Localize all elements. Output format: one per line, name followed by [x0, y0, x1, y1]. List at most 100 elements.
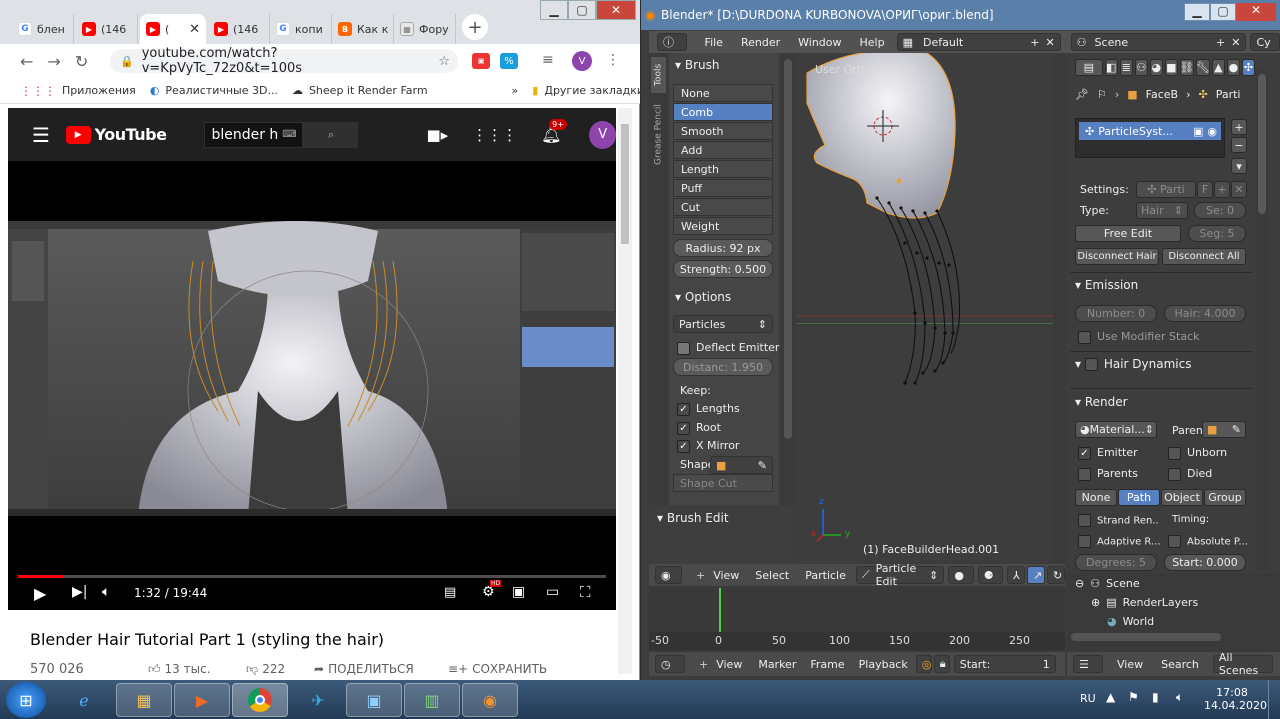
- video-frame[interactable]: [8, 221, 616, 516]
- youtube-search-input[interactable]: blender h ⌨: [204, 121, 304, 148]
- hair-dynamics-panel-title[interactable]: ▾ Hair Dynamics: [1075, 357, 1191, 371]
- youtube-logo-text[interactable]: YouTube: [95, 125, 167, 144]
- taskbar-photo-viewer-icon[interactable]: ▣: [346, 683, 402, 717]
- tab-grease-pencil[interactable]: Grease Pencil: [651, 97, 666, 173]
- create-video-icon[interactable]: ■▸: [426, 126, 448, 144]
- youtube-search-button[interactable]: ⌕: [303, 121, 359, 148]
- checkbox-icon[interactable]: [1084, 358, 1098, 371]
- taskbar-chrome-icon[interactable]: [232, 683, 288, 717]
- strand-render-checkbox[interactable]: Strand Ren..: [1078, 514, 1159, 527]
- parents-checkbox[interactable]: Parents: [1078, 467, 1138, 481]
- lengths-checkbox[interactable]: ✓ Lengths: [677, 402, 740, 416]
- material-tab-icon[interactable]: ●: [1226, 59, 1240, 76]
- strength-slider[interactable]: Strength: 0.500: [673, 260, 773, 278]
- menu-frame[interactable]: Frame: [810, 658, 844, 671]
- menu-file[interactable]: File: [705, 36, 723, 49]
- subtitles-icon[interactable]: ▤: [444, 585, 456, 600]
- scene-tab-icon[interactable]: ⚇: [1134, 59, 1148, 76]
- outliner-item-scene[interactable]: ⊖ ⚇ Scene: [1075, 577, 1140, 590]
- display-mode-select[interactable]: All Scenes: [1212, 651, 1273, 677]
- tab-7[interactable]: ▦ Фору: [394, 14, 456, 44]
- media-queue-icon[interactable]: ≡: [542, 52, 554, 68]
- tab-4[interactable]: ▶ (146: [208, 14, 270, 44]
- maximize-button[interactable]: ▢: [568, 0, 596, 20]
- menu-particle[interactable]: Particle: [805, 569, 846, 582]
- bookmark-1[interactable]: ◐ Реалистичные 3D...: [150, 84, 278, 97]
- object-tab-icon[interactable]: ■: [1164, 59, 1178, 76]
- distance-field[interactable]: Distanc: 1.950: [673, 358, 773, 376]
- pin-icon[interactable]: 📌︎: [1075, 88, 1089, 101]
- render-as-none[interactable]: None: [1075, 489, 1117, 506]
- start-time-field[interactable]: Start: 0.000: [1164, 554, 1246, 571]
- segments-field[interactable]: Seg: 5: [1188, 225, 1246, 242]
- menu-help[interactable]: Help: [860, 36, 885, 49]
- scrollbar-thumb[interactable]: [1258, 74, 1266, 214]
- forward-arrow-icon[interactable]: →: [47, 52, 60, 71]
- render-as-group[interactable]: Group: [1204, 489, 1246, 506]
- hair-length-field[interactable]: Hair: 4.000: [1164, 305, 1246, 322]
- show-desktop-button[interactable]: [1268, 680, 1280, 719]
- remove-slot-button[interactable]: −: [1231, 137, 1247, 153]
- disconnect-hair-button[interactable]: Disconnect Hair: [1075, 248, 1159, 265]
- close-window-button[interactable]: ✕: [596, 0, 636, 20]
- tab-tools[interactable]: Tools: [651, 57, 666, 93]
- close-tab-icon[interactable]: ✕: [189, 22, 200, 37]
- brush-weight[interactable]: Weight: [673, 217, 773, 235]
- unborn-checkbox[interactable]: Unborn: [1168, 446, 1227, 460]
- tray-volume-icon[interactable]: 🔈︎: [1176, 690, 1183, 705]
- add-slot-button[interactable]: +: [1231, 119, 1247, 135]
- taskbar-explorer-icon[interactable]: ▦: [116, 683, 172, 717]
- miniplayer-icon[interactable]: ▣: [512, 584, 525, 600]
- died-checkbox[interactable]: Died: [1168, 467, 1212, 481]
- use-modifier-stack-checkbox[interactable]: Use Modifier Stack: [1078, 330, 1199, 344]
- menu-dots-icon[interactable]: ⋮: [606, 52, 620, 68]
- render-icon[interactable]: ▣: [1193, 125, 1203, 138]
- minimize-button[interactable]: ▁: [540, 0, 568, 20]
- close-window-button[interactable]: ✕: [1236, 3, 1276, 21]
- taskbar-media-player-icon[interactable]: ▶: [174, 683, 230, 717]
- screen-layout-select[interactable]: ▦ Default + ✕: [896, 33, 1061, 51]
- star-icon[interactable]: ☆: [438, 54, 450, 69]
- clock-icon[interactable]: ◷: [655, 655, 685, 673]
- editor-type-icon[interactable]: ☰: [1073, 655, 1103, 673]
- seed-field[interactable]: Se: 0: [1194, 202, 1246, 219]
- particle-system-item[interactable]: ✣ ParticleSyst... ▣ ◉: [1079, 122, 1221, 140]
- dislike-button[interactable]: 👎︎ 222: [246, 662, 285, 677]
- render-type-select[interactable]: ◕ Material... ⇕: [1075, 421, 1157, 438]
- tool-shelf-scrollbar[interactable]: [781, 53, 795, 505]
- pivot-icon[interactable]: ⚈: [977, 566, 1003, 584]
- current-frame-line[interactable]: [719, 588, 721, 632]
- keyboard-icon[interactable]: ⌨: [282, 129, 296, 140]
- save-button[interactable]: ≡+ СОХРАНИТЬ: [448, 662, 547, 676]
- start-frame-field[interactable]: Start: 1: [953, 655, 1056, 673]
- outliner-scrollbar[interactable]: [1071, 633, 1221, 641]
- back-arrow-icon[interactable]: ←: [20, 52, 33, 71]
- video-progress-track[interactable]: [18, 575, 606, 578]
- absolute-path-checkbox[interactable]: Absolute P...: [1168, 535, 1248, 548]
- next-icon[interactable]: ▶|: [72, 584, 87, 600]
- 3d-viewport[interactable]: User Ortho (Local) x y z (1) FaceBuilder…: [797, 53, 1065, 563]
- brush-comb[interactable]: Comb: [673, 103, 773, 121]
- youtube-avatar[interactable]: V: [589, 120, 616, 149]
- youtube-logo-icon[interactable]: ▶: [65, 125, 91, 144]
- radius-slider[interactable]: Radius: 92 px: [673, 239, 773, 257]
- remove-settings-button[interactable]: ✕: [1231, 181, 1247, 198]
- maximize-button[interactable]: ▢: [1210, 3, 1236, 21]
- taskbar-blender-icon[interactable]: ◉: [462, 683, 518, 717]
- render-tab-icon[interactable]: ◧: [1104, 59, 1118, 76]
- extension-icon[interactable]: ▣: [472, 53, 490, 69]
- manipulator-translate-icon[interactable]: ↗: [1026, 566, 1045, 584]
- adaptive-render-checkbox[interactable]: Adaptive R...: [1078, 535, 1161, 548]
- close-icon[interactable]: ✕: [1231, 36, 1240, 49]
- discount-extension-icon[interactable]: %: [500, 53, 518, 69]
- outliner-item-world[interactable]: ◕ World: [1107, 615, 1154, 628]
- editor-type-icon[interactable]: ◉: [655, 566, 682, 584]
- world-tab-icon[interactable]: ◕: [1149, 59, 1163, 76]
- menu-search[interactable]: Search: [1161, 658, 1199, 671]
- menu-view[interactable]: View: [716, 658, 742, 671]
- tab-1[interactable]: Gблен: [12, 14, 74, 44]
- render-as-object[interactable]: Object: [1161, 489, 1203, 506]
- parent-object-field[interactable]: ■ ✎: [1202, 421, 1246, 438]
- tab-3-active[interactable]: ▶ (✕: [140, 14, 206, 44]
- collapse-icon[interactable]: +: [696, 569, 705, 582]
